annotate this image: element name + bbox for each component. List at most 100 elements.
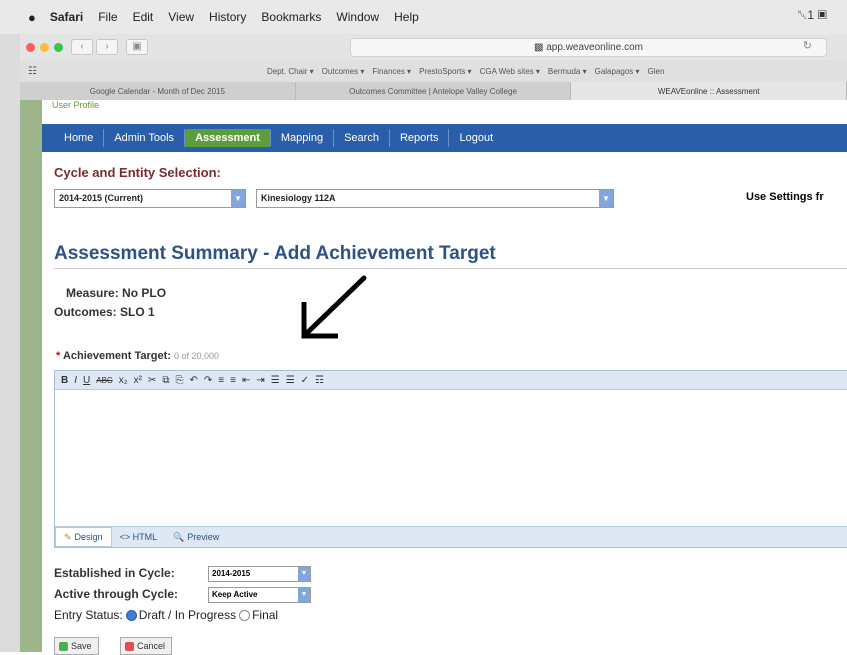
save-icon (59, 641, 68, 651)
outcomes-value: SLO 1 (120, 305, 155, 319)
nav-search[interactable]: Search (334, 129, 390, 147)
fav-galapagos[interactable]: Galapagos ▾ (595, 67, 640, 76)
chevron-down-icon[interactable]: ▼ (231, 190, 245, 207)
active-through-select[interactable]: Keep Active ▼ (208, 587, 311, 603)
address-bar[interactable]: ▩ app.weaveonline.com (350, 38, 827, 57)
magnifier-icon: 🔍 (173, 531, 185, 542)
underline-icon[interactable]: U (83, 375, 90, 386)
desktop-edge (0, 34, 20, 652)
established-select[interactable]: 2014-2015 ▼ (208, 566, 311, 582)
outcomes-label: Outcomes: SLO 1 (54, 305, 155, 319)
chevron-down-icon[interactable]: ▼ (599, 190, 613, 207)
mac-menubar: ● Safari File Edit View History Bookmark… (0, 0, 847, 34)
measure-value: No PLO (122, 286, 167, 300)
radio-draft[interactable] (125, 609, 137, 621)
close-window-icon[interactable] (26, 42, 35, 52)
fav-dept-chair[interactable]: Dept. Chair ▾ (267, 67, 314, 76)
indent-icon[interactable]: ⇥ (256, 375, 264, 386)
ordered-list-icon[interactable]: ☰ (271, 375, 280, 386)
italic-icon[interactable]: I (74, 375, 77, 386)
fav-finances[interactable]: Finances ▾ (372, 67, 411, 76)
cycle-select[interactable]: 2014-2015 (Current) ▼ (54, 189, 246, 208)
insert-image-icon[interactable]: ☶ (315, 375, 324, 386)
nav-home[interactable]: Home (54, 129, 105, 147)
radio-draft-label[interactable]: Draft / In Progress (139, 608, 236, 622)
nav-logout[interactable]: Logout (449, 129, 503, 147)
cut-icon[interactable]: ✂ (148, 375, 156, 386)
tab-html[interactable]: <> HTML (112, 528, 166, 546)
outdent-icon[interactable]: ⇤ (242, 375, 250, 386)
save-button[interactable]: Save (54, 637, 99, 655)
menu-view[interactable]: View (168, 10, 194, 24)
fav-prestosports[interactable]: PrestoSports ▾ (419, 67, 471, 76)
tab-outcomes-committee[interactable]: Outcomes Committee | Antelope Valley Col… (296, 82, 572, 100)
back-icon[interactable]: ‹ (71, 39, 93, 55)
menu-app[interactable]: Safari (50, 10, 83, 24)
active-through-value: Keep Active (212, 590, 258, 599)
menu-window[interactable]: Window (336, 10, 379, 24)
paste-icon[interactable]: ⎘ (175, 375, 183, 386)
lock-icon: ▩ (534, 42, 547, 53)
reload-icon[interactable]: ↻ (803, 39, 812, 52)
established-label: Established in Cycle: (54, 566, 175, 580)
radio-final[interactable] (239, 609, 251, 621)
active-through-label: Active through Cycle: (54, 587, 179, 601)
rich-text-editor: B I U ABC x₂ x² ✂ ⧉ ⎘ ↶ ↷ ≡ ≡ ⇤ ⇥ ☰ ☰ ✓ … (54, 370, 847, 548)
cycle-select-value: 2014-2015 (Current) (59, 193, 144, 203)
copy-icon[interactable]: ⧉ (162, 375, 169, 386)
menu-bookmarks[interactable]: Bookmarks (261, 10, 321, 24)
chevron-down-icon[interactable]: ▼ (298, 567, 310, 581)
page-left-border (20, 100, 42, 652)
entry-status: Entry Status: Draft / In Progress Final (54, 608, 278, 622)
entry-status-label: Entry Status: (54, 608, 123, 622)
nav-mapping[interactable]: Mapping (271, 129, 335, 147)
entity-select[interactable]: Kinesiology 112A ▼ (256, 189, 614, 208)
bold-icon[interactable]: B (61, 375, 68, 386)
achievement-target-label: * Achievement Target: 0 of 20,000 (56, 350, 219, 362)
spellcheck-icon[interactable]: ✓ (301, 375, 309, 386)
menu-edit[interactable]: Edit (133, 10, 154, 24)
tab-weaveonline[interactable]: WEAVEonline :: Assessment (571, 82, 847, 100)
tab-design[interactable]: ✎ Design (55, 527, 112, 547)
fav-outcomes[interactable]: Outcomes ▾ (322, 67, 365, 76)
browser-toolbar: ‹ › ▣ ▩ app.weaveonline.com ↻ (20, 34, 847, 60)
cancel-button[interactable]: Cancel (120, 637, 173, 655)
editor-mode-tabs: ✎ Design <> HTML 🔍 Preview (55, 526, 847, 547)
apple-icon[interactable]: ● (28, 10, 36, 25)
page-content: User Profile Home Admin Tools Assessment… (42, 100, 847, 655)
tab-google-calendar[interactable]: Google Calendar - Month of Dec 2015 (20, 82, 296, 100)
subscript-icon[interactable]: x₂ (119, 375, 128, 386)
undo-icon[interactable]: ↶ (189, 375, 197, 386)
menu-file[interactable]: File (98, 10, 117, 24)
unordered-list-icon[interactable]: ☰ (286, 375, 295, 386)
radio-final-label[interactable]: Final (252, 608, 278, 622)
nav-reports[interactable]: Reports (390, 129, 450, 147)
use-settings-label[interactable]: Use Settings fr (746, 191, 824, 203)
align-left-icon[interactable]: ≡ (218, 375, 224, 386)
fav-bermuda[interactable]: Bermuda ▾ (548, 67, 587, 76)
grid-icon[interactable]: ☷ (28, 66, 37, 77)
chevron-down-icon[interactable]: ▼ (298, 588, 310, 602)
menu-history[interactable]: History (209, 10, 246, 24)
zoom-window-icon[interactable] (54, 42, 63, 52)
favorites-bar: ☷ Dept. Chair ▾ Outcomes ▾ Finances ▾ Pr… (20, 60, 847, 82)
superscript-icon[interactable]: x² (134, 375, 142, 386)
sidebar-icon[interactable]: ▣ (126, 39, 148, 55)
design-label: Design (74, 532, 103, 542)
menu-help[interactable]: Help (394, 10, 419, 24)
editor-textarea[interactable] (55, 390, 847, 525)
user-profile-link[interactable]: User Profile (42, 100, 847, 124)
title-divider (54, 268, 847, 269)
fav-cga-web-sites[interactable]: CGA Web sites ▾ (480, 67, 540, 76)
redo-icon[interactable]: ↷ (204, 375, 212, 386)
status-icons: ␀1 ▣ (797, 8, 827, 22)
align-center-icon[interactable]: ≡ (230, 375, 236, 386)
minimize-window-icon[interactable] (40, 42, 49, 52)
nav-admin-tools[interactable]: Admin Tools (104, 129, 186, 147)
forward-icon[interactable]: › (96, 39, 118, 55)
strikethrough-icon[interactable]: ABC (96, 376, 112, 385)
fav-glen[interactable]: Glen (648, 67, 665, 76)
tab-preview[interactable]: 🔍 Preview (165, 528, 227, 546)
nav-assessment[interactable]: Assessment (185, 129, 271, 147)
main-nav: Home Admin Tools Assessment Mapping Sear… (42, 124, 847, 152)
